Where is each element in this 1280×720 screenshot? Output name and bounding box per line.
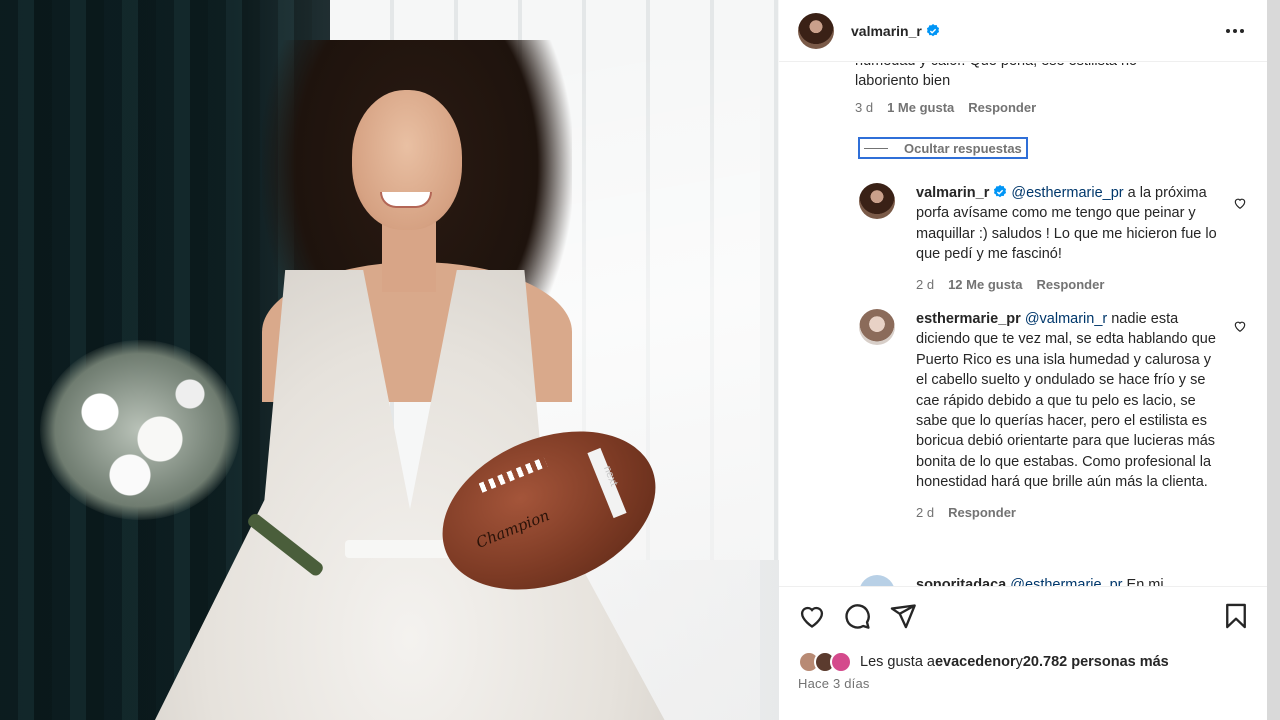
comment-meta: 3 d 1 Me gusta Responder bbox=[855, 100, 1036, 115]
comments-panel: valmarin_r humedad y calor. Que pena, es… bbox=[779, 0, 1267, 720]
bride-face bbox=[352, 90, 462, 230]
reply-content: En mi bbox=[1122, 577, 1164, 586]
like-comment-heart-icon[interactable] bbox=[1233, 319, 1247, 333]
instagram-post-view: Champion next valmarin_r humedad y calor… bbox=[0, 0, 1280, 720]
more-options-icon[interactable] bbox=[1223, 19, 1247, 43]
likes-count[interactable]: 20.782 personas más bbox=[1023, 654, 1169, 670]
reply-text: sonoritadaca @esthermarie_pr En mi bbox=[916, 575, 1226, 586]
comments-scroll-area[interactable]: humedad y calor. Que pena, ese estilista… bbox=[779, 63, 1267, 586]
reply-text: valmarin_r @esthermarie_pr a la próxima … bbox=[916, 183, 1226, 265]
reply-body: esthermarie_pr @valmarin_r nadie esta di… bbox=[916, 309, 1226, 520]
hide-replies-label: Ocultar respuestas bbox=[904, 140, 1022, 156]
reply-avatar[interactable] bbox=[859, 575, 895, 586]
comment-likes[interactable]: 1 Me gusta bbox=[887, 100, 954, 115]
reply-mention[interactable]: @esthermarie_pr bbox=[1010, 577, 1122, 586]
bride-neck bbox=[382, 222, 436, 292]
likes-prefix: Les gusta a bbox=[860, 654, 935, 670]
reply-reply-button[interactable]: Responder bbox=[948, 505, 1016, 520]
like-comment-heart-icon[interactable] bbox=[1233, 196, 1247, 210]
author-avatar[interactable] bbox=[798, 12, 834, 49]
reply-avatar[interactable] bbox=[859, 183, 895, 219]
share-send-icon[interactable] bbox=[889, 602, 917, 630]
reply-reply-button[interactable]: Responder bbox=[1037, 277, 1105, 292]
likes-mid: y bbox=[1015, 654, 1023, 670]
hide-replies-line bbox=[864, 147, 888, 149]
reply-age: 2 d bbox=[916, 276, 935, 292]
comment-age: 3 d bbox=[855, 100, 874, 115]
likes-user[interactable]: evacedenor bbox=[935, 654, 1016, 670]
reply-username[interactable]: sonoritadaca bbox=[916, 577, 1006, 586]
verified-badge-icon bbox=[994, 185, 1007, 198]
reply-meta: 2 d 12 Me gusta Responder bbox=[916, 277, 1226, 292]
hide-replies-button[interactable]: Ocultar respuestas bbox=[858, 137, 1028, 159]
bride-smile bbox=[380, 192, 432, 208]
comment-reply-button[interactable]: Responder bbox=[968, 100, 1036, 115]
verified-badge-icon bbox=[926, 23, 939, 36]
reply-avatar[interactable] bbox=[859, 309, 895, 345]
post-photo: Champion next bbox=[0, 0, 779, 720]
reply-content: nadie esta diciendo que te vez mal, se e… bbox=[916, 311, 1216, 491]
post-actions: Les gusta a evacedenor y 20.782 personas… bbox=[779, 586, 1267, 720]
reply-body: sonoritadaca @esthermarie_pr En mi bbox=[916, 575, 1226, 586]
reply-username[interactable]: valmarin_r bbox=[916, 185, 989, 201]
flower-bouquet bbox=[40, 340, 240, 520]
post-header: valmarin_r bbox=[779, 0, 1267, 62]
liker-avatars bbox=[798, 651, 856, 673]
reply-username[interactable]: esthermarie_pr bbox=[916, 311, 1021, 327]
like-heart-icon[interactable] bbox=[798, 602, 826, 630]
reply-mention[interactable]: @esthermarie_pr bbox=[1011, 185, 1123, 201]
reply-mention[interactable]: @valmarin_r bbox=[1025, 311, 1107, 327]
author-username[interactable]: valmarin_r bbox=[851, 23, 940, 39]
liker-avatar bbox=[830, 651, 852, 673]
comment-bubble-icon[interactable] bbox=[843, 602, 871, 630]
reply-meta: 2 d Responder bbox=[916, 505, 1226, 520]
comment-text-tail: laboriento bien bbox=[855, 73, 951, 89]
reply-body: valmarin_r @esthermarie_pr a la próxima … bbox=[916, 183, 1226, 292]
likes-summary: Les gusta a evacedenor y 20.782 personas… bbox=[798, 651, 1169, 673]
save-bookmark-icon[interactable] bbox=[1222, 602, 1250, 630]
window-edge bbox=[1267, 0, 1280, 720]
post-date[interactable]: Hace 3 días bbox=[798, 676, 870, 691]
reply-text: esthermarie_pr @valmarin_r nadie esta di… bbox=[916, 309, 1226, 493]
reply-age: 2 d bbox=[916, 504, 935, 520]
reply-likes[interactable]: 12 Me gusta bbox=[948, 277, 1022, 292]
